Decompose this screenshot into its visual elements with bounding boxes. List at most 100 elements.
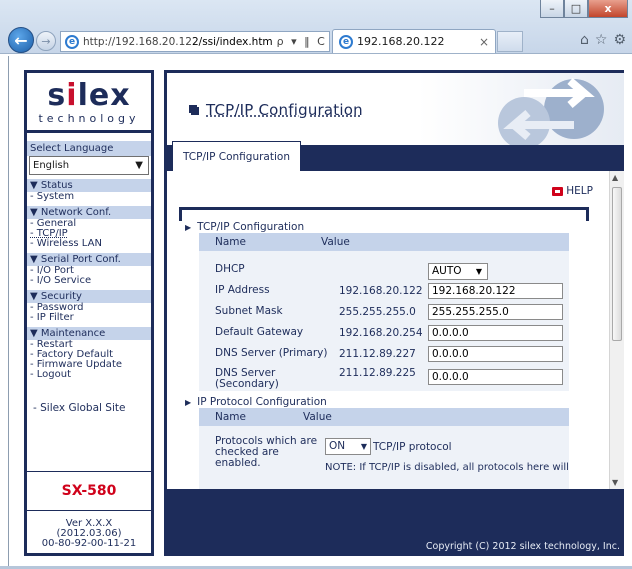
menu-section-security: ▼ Security - Password - IP Filter <box>27 290 151 323</box>
page-title: TCP/IP Configuration <box>189 101 363 119</box>
dhcp-label: DHCP <box>215 263 245 275</box>
menu-item-io-service[interactable]: - I/O Service <box>27 276 151 286</box>
address-tools-icons[interactable]: ρ ▾ ‖ C × <box>277 35 329 48</box>
chevron-down-icon: ▼ <box>475 267 482 276</box>
protocols-label-line3: enabled. <box>215 457 261 469</box>
protocol-table-header: Name Value <box>199 408 569 426</box>
scroll-thumb[interactable] <box>612 187 622 341</box>
menu-item-logout[interactable]: - Logout <box>27 370 151 380</box>
silex-logo: silex technology <box>27 73 151 133</box>
ip-label: IP Address <box>215 284 270 296</box>
dns1-label: DNS Server (Primary) <box>215 347 328 359</box>
dhcp-select-value: AUTO <box>432 265 462 277</box>
menu-item-ip-filter[interactable]: - IP Filter <box>27 313 151 323</box>
protocols-label: Protocols which are checked are enabled. <box>215 436 317 469</box>
new-tab-button[interactable] <box>497 31 523 52</box>
chevron-down-icon: ▼ <box>360 442 367 451</box>
gear-icon[interactable]: ⚙ <box>613 32 626 48</box>
help-book-icon <box>552 186 564 196</box>
dns-secondary-input[interactable]: 0.0.0.0 <box>428 369 563 385</box>
col-value: Value <box>303 411 332 423</box>
tcpip-section-title: ▶ TCP/IP Configuration <box>185 221 304 233</box>
help-label: HELP <box>566 185 593 197</box>
dns2-current-value: 211.12.89.225 <box>339 367 416 379</box>
ip-address-input[interactable]: 192.168.20.122 <box>428 283 563 299</box>
page-title-text: TCP/IP Configuration <box>206 101 363 119</box>
logo-text: silex <box>47 77 131 113</box>
sidebar: silex technology Select Language English… <box>24 70 154 556</box>
content-scrollbar[interactable]: ▲ ▼ <box>609 171 624 489</box>
browser-tab[interactable]: e 192.168.20.122 × <box>332 29 496 53</box>
minimize-button[interactable]: – <box>540 0 564 18</box>
version-info: Ver X.X.X (2012.03.06) 00-80-92-00-11-21 <box>27 519 151 549</box>
tab-title: 192.168.20.122 <box>357 35 445 48</box>
tab-tcpip-configuration[interactable]: TCP/IP Configuration <box>172 141 301 171</box>
menu-section-network: ▼ Network Conf. - General - TCP/IP - Wir… <box>27 206 151 249</box>
ie-page-icon: e <box>65 34 79 49</box>
tcpip-section-title-text: TCP/IP Configuration <box>197 221 305 233</box>
back-arrow-icon[interactable]: ← <box>8 27 34 53</box>
menu-item-wireless-lan[interactable]: - Wireless LAN <box>27 239 151 249</box>
col-name: Name <box>215 411 246 423</box>
favorites-star-icon[interactable]: ☆ <box>595 32 608 48</box>
dns1-current-value: 211.12.89.227 <box>339 348 416 360</box>
tcpip-table-header: Name Value <box>199 233 569 251</box>
global-site-link[interactable]: - Silex Global Site <box>27 402 151 414</box>
maximize-button[interactable]: □ <box>564 0 588 18</box>
content-area: HELP ▶ TCP/IP Configuration Name Value DH… <box>167 171 609 489</box>
gateway-label: Default Gateway <box>215 326 304 338</box>
dns-primary-input[interactable]: 0.0.0.0 <box>428 346 563 362</box>
language-label: Select Language <box>27 141 151 156</box>
col-name: Name <box>215 236 246 248</box>
protocol-select-suffix: TCP/IP protocol <box>373 441 452 453</box>
mac-address: 00-80-92-00-11-21 <box>41 538 137 549</box>
window-controls: – □ x <box>540 0 628 18</box>
title-square-icon <box>189 105 197 113</box>
menu-section-status: ▼ Status - System <box>27 179 151 202</box>
forward-arrow-icon[interactable]: → <box>36 31 56 51</box>
protocol-section-title-text: IP Protocol Configuration <box>197 396 327 408</box>
tab-close-icon[interactable]: × <box>479 35 489 49</box>
logo-subtitle: technology <box>38 111 140 125</box>
address-bar[interactable]: e http://192.168.20.122/ssi/index.htm ρ … <box>60 31 330 52</box>
gateway-input[interactable]: 0.0.0.0 <box>428 325 563 341</box>
triangle-right-icon: ▶ <box>185 223 192 232</box>
protocol-section-title: ▶ IP Protocol Configuration <box>185 396 327 408</box>
gateway-current-value: 192.168.20.254 <box>339 327 423 339</box>
main-header: TCP/IP Configuration <box>167 73 624 145</box>
col-value: Value <box>321 236 350 248</box>
menu-section-serial: ▼ Serial Port Conf. - I/O Port - I/O Ser… <box>27 253 151 286</box>
tab-ie-icon: e <box>339 34 353 49</box>
language-select[interactable]: English ▼ <box>29 156 149 175</box>
model-name: SX-580 <box>27 471 151 511</box>
home-icon[interactable]: ⌂ <box>580 32 589 48</box>
browser-chrome: – □ x ← → e http://192.168.20.122/ssi/in… <box>0 0 632 54</box>
language-value: English <box>33 160 70 171</box>
header-decoration-graphic <box>498 77 604 145</box>
menu-item-system[interactable]: - System <box>27 192 151 202</box>
mask-label: Subnet Mask <box>215 305 283 317</box>
subnet-mask-input[interactable]: 255.255.255.0 <box>428 304 563 320</box>
protocol-table-body: Protocols which are checked are enabled.… <box>199 426 569 489</box>
dns2-label-line2: (Secondary) <box>215 378 279 390</box>
protocol-select-value: ON <box>329 440 346 452</box>
footer: Copyright (C) 2012 silex technology, Inc… <box>167 489 624 556</box>
toolbar-icons: ⌂ ☆ ⚙ <box>580 32 626 48</box>
scroll-down-icon[interactable]: ▼ <box>612 478 618 487</box>
ip-current-value: 192.168.20.122 <box>339 285 423 297</box>
help-link[interactable]: HELP <box>552 185 593 197</box>
protocol-note: NOTE: If TCP/IP is disabled, all protoco… <box>325 462 569 473</box>
scroll-up-icon[interactable]: ▲ <box>612 173 618 182</box>
mask-current-value: 255.255.255.0 <box>339 306 416 318</box>
tcpip-protocol-select[interactable]: ON ▼ <box>325 438 371 455</box>
copyright-text: Copyright (C) 2012 silex technology, Inc… <box>425 541 620 552</box>
main-panel: TCP/IP Configuration TCP/IP Configuratio… <box>164 70 624 556</box>
close-window-button[interactable]: x <box>588 0 628 18</box>
triangle-right-icon: ▶ <box>185 398 192 407</box>
menu-section-maintenance: ▼ Maintenance - Restart - Factory Defaul… <box>27 327 151 380</box>
chevron-down-icon: ▼ <box>135 160 143 171</box>
address-url: http://192.168.20.122/ssi/index.htm <box>83 35 273 48</box>
dns2-label: DNS Server (Secondary) <box>215 368 279 390</box>
tcpip-table-body: DHCP AUTO ▼ IP Address 192.168.20.122 192… <box>199 251 569 391</box>
dhcp-select[interactable]: AUTO ▼ <box>428 263 488 280</box>
